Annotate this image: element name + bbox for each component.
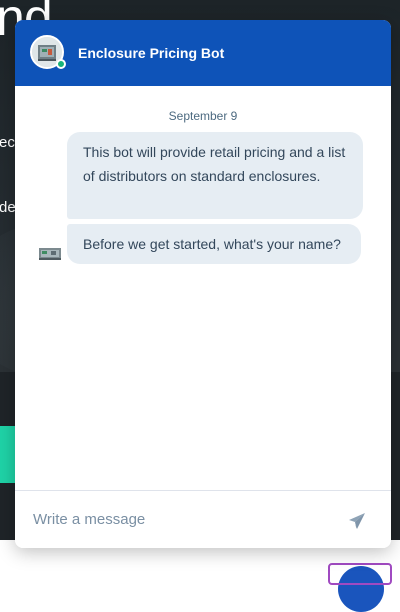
bot-name: Enclosure Pricing Bot (78, 45, 225, 61)
online-status-indicator (56, 59, 66, 69)
message-input[interactable] (33, 505, 333, 533)
message-composer (15, 490, 391, 548)
send-button[interactable] (345, 509, 369, 533)
paper-plane-icon (349, 513, 365, 529)
launcher-focus-outline (328, 563, 392, 585)
background-text-fragment: ec (0, 134, 15, 151)
bot-message: Before we get started, what's your name? (67, 224, 361, 264)
message-date-label: September 9 (168, 109, 238, 123)
chat-widget: Enclosure Pricing Bot September 9 This b… (15, 20, 391, 548)
chat-header: Enclosure Pricing Bot (15, 20, 391, 86)
enclosure-thumbnail-icon (39, 248, 61, 260)
bot-message-avatar (38, 245, 62, 261)
background-text-fragment: de (0, 199, 16, 216)
bot-message: This bot will provide retail pricing and… (67, 132, 363, 219)
